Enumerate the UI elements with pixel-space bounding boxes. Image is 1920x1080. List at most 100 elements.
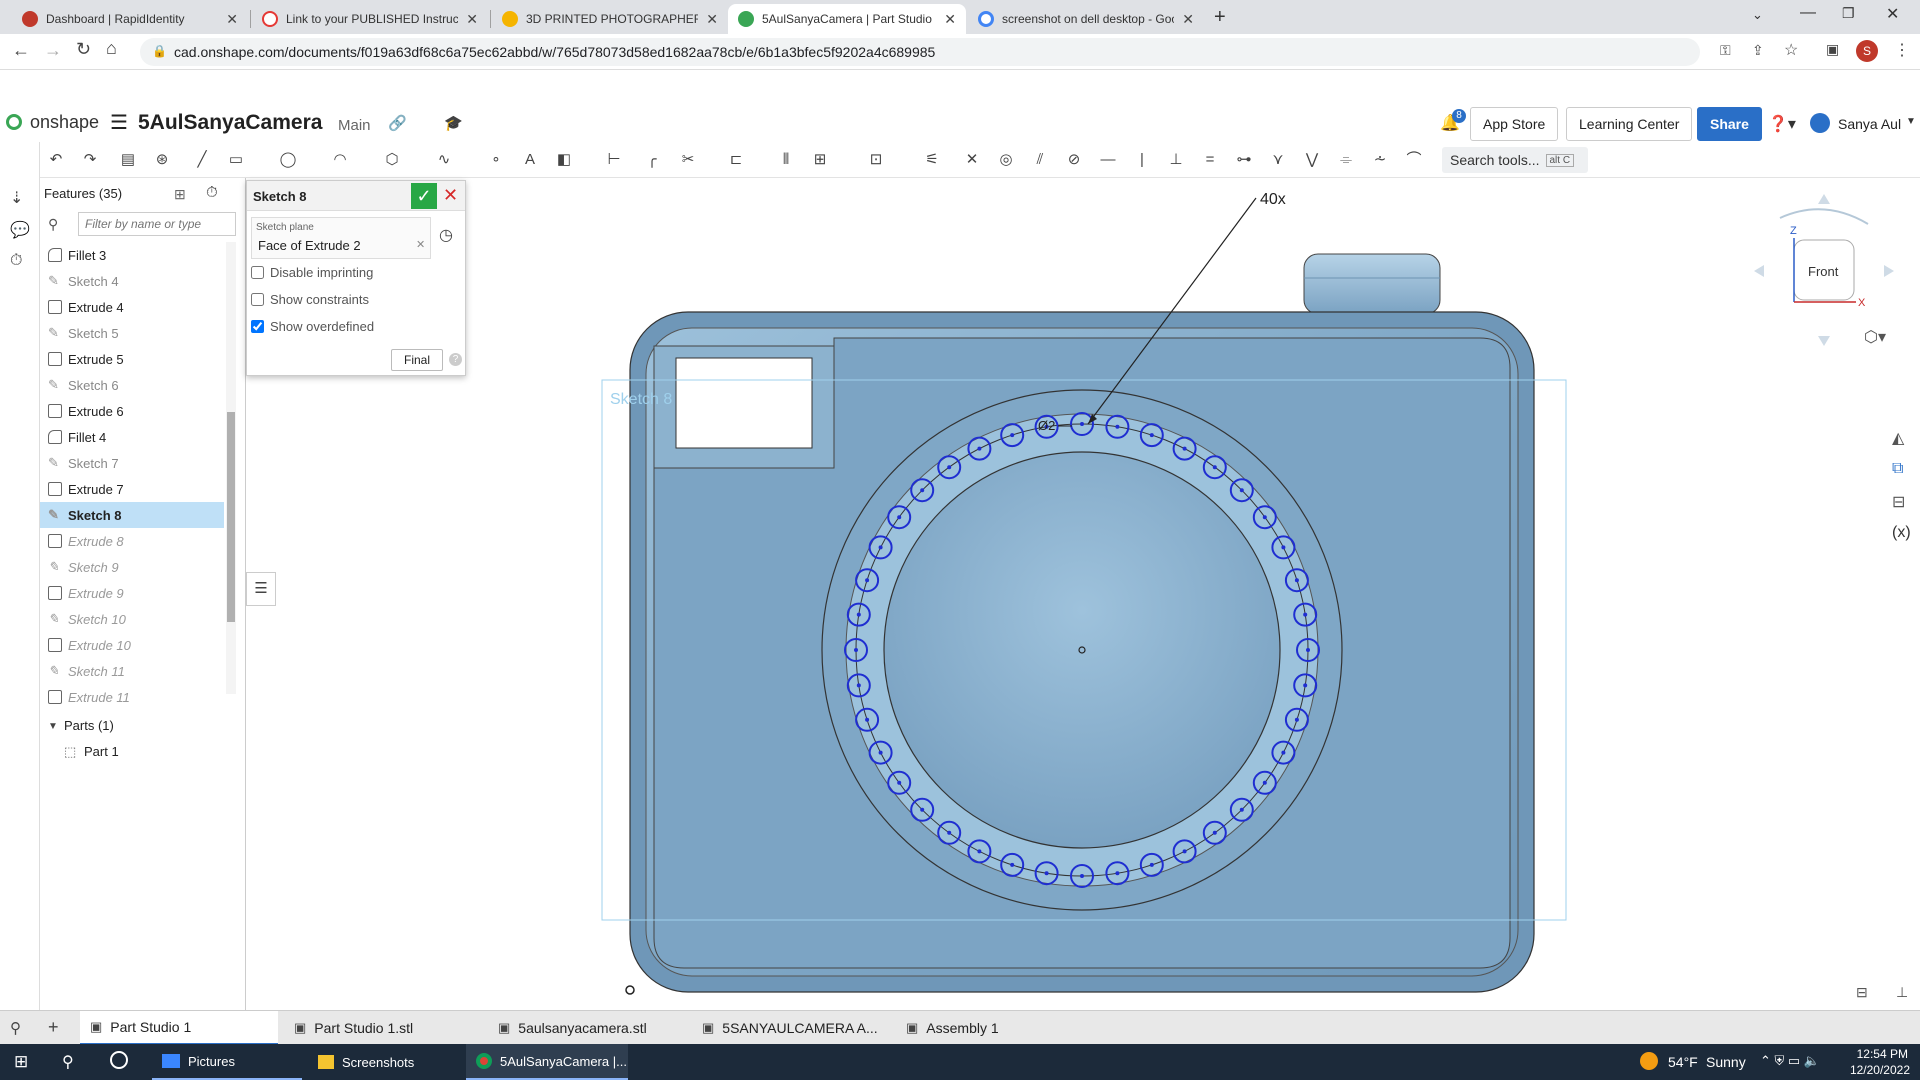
- sketch-option-checkbox[interactable]: [251, 293, 264, 306]
- user-menu-chevron-icon[interactable]: ▼: [1906, 116, 1916, 127]
- history-timer-icon[interactable]: ⏱: [10, 252, 22, 270]
- rectangle-tool-icon[interactable]: ▭: [226, 150, 246, 170]
- diameter-dimension-label[interactable]: Ø2: [1038, 418, 1055, 433]
- learning-center-button[interactable]: Learning Center: [1566, 107, 1693, 141]
- feature-item[interactable]: Fillet 3: [40, 242, 224, 268]
- redo-icon[interactable]: ↷: [80, 150, 100, 170]
- transform-icon[interactable]: ⊡: [866, 150, 886, 170]
- rollback-timer-icon[interactable]: ⏱: [206, 184, 218, 201]
- accept-check-icon[interactable]: ✓: [411, 183, 437, 209]
- feature-item[interactable]: Fillet 4: [40, 424, 224, 450]
- document-menu-icon[interactable]: ☰: [110, 110, 128, 135]
- feature-item[interactable]: ✎ Sketch 11: [40, 658, 224, 684]
- view-options-icon[interactable]: ⬡▾: [1864, 327, 1886, 346]
- custom-features-panel-icon[interactable]: (x): [1892, 524, 1911, 542]
- curvature-icon[interactable]: ⌒: [1404, 150, 1424, 170]
- onshape-logo-text[interactable]: onshape: [30, 112, 99, 133]
- help-icon[interactable]: ❓▾: [1768, 114, 1796, 134]
- link-icon[interactable]: 🔗: [388, 114, 407, 132]
- taskbar-app-screenshots[interactable]: Screenshots: [308, 1044, 458, 1080]
- feature-item[interactable]: ✎ Sketch 9: [40, 554, 224, 580]
- horizontal-icon[interactable]: —: [1098, 150, 1118, 170]
- share-page-icon[interactable]: ⇪: [1752, 42, 1764, 59]
- task-view-icon[interactable]: [110, 1051, 128, 1069]
- forward-icon[interactable]: →: [44, 40, 62, 61]
- construction-icon[interactable]: ◧: [554, 150, 574, 170]
- appearance-panel-icon[interactable]: ◭: [1892, 428, 1904, 448]
- close-tab-icon[interactable]: ✕: [466, 11, 478, 28]
- variables-panel-icon[interactable]: ⊟: [1892, 492, 1905, 512]
- feature-item[interactable]: Extrude 6: [40, 398, 224, 424]
- feature-item[interactable]: ✎ Sketch 10: [40, 606, 224, 632]
- close-tab-icon[interactable]: ✕: [706, 11, 718, 28]
- sketch-option-checkbox[interactable]: [251, 320, 264, 333]
- measure-icon[interactable]: ⊟: [1856, 984, 1868, 1001]
- user-avatar-icon[interactable]: [1810, 113, 1830, 133]
- share-button[interactable]: Share: [1697, 107, 1762, 141]
- clock-time[interactable]: 12:54 PM: [1852, 1047, 1908, 1061]
- coincident-icon[interactable]: ✕: [962, 150, 982, 170]
- feature-item[interactable]: ✎ Sketch 5: [40, 320, 224, 346]
- parts-expand-chevron-icon[interactable]: ▼: [48, 721, 58, 732]
- browser-tab-onshape[interactable]: 5AulSanyaCamera | Part Studio 1 ✕: [728, 4, 966, 34]
- point-tool-icon[interactable]: ∘: [486, 150, 506, 170]
- new-tab-button[interactable]: +: [1214, 6, 1226, 29]
- sketch-history-icon[interactable]: ◷: [439, 225, 453, 245]
- weather-condition[interactable]: Sunny: [1706, 1054, 1746, 1070]
- sketch-option[interactable]: Disable imprinting: [251, 265, 373, 280]
- feature-item[interactable]: Extrude 8: [40, 528, 224, 554]
- side-panel-icon[interactable]: ▣: [1826, 41, 1839, 58]
- configurations-panel-icon[interactable]: ⧉: [1892, 460, 1903, 478]
- clock-date[interactable]: 12/20/2022: [1842, 1063, 1910, 1077]
- app-store-button[interactable]: App Store: [1470, 107, 1559, 141]
- sketch-option[interactable]: Show constraints: [251, 292, 369, 307]
- user-name[interactable]: Sanya Aul: [1838, 116, 1901, 132]
- document-tab[interactable]: ▣ 5aulsanyacamera.stl: [488, 1011, 686, 1045]
- midpoint-icon[interactable]: ⊶: [1234, 150, 1254, 170]
- add-folder-icon[interactable]: ⊞: [174, 186, 186, 203]
- insert-icon[interactable]: ⇣: [10, 188, 23, 208]
- document-tab[interactable]: ▣ 5SANYAULCAMERA A...: [692, 1011, 890, 1045]
- home-icon[interactable]: ⌂: [106, 38, 117, 59]
- taskbar-search-icon[interactable]: ⚲: [62, 1052, 74, 1072]
- final-button[interactable]: Final: [391, 349, 443, 371]
- help-circle-icon[interactable]: ?: [449, 353, 462, 366]
- dimension-icon[interactable]: ⊢: [604, 150, 624, 170]
- clear-plane-icon[interactable]: ✕: [416, 238, 425, 251]
- browser-tab-google[interactable]: screenshot on dell desktop - Goo ✕: [968, 4, 1204, 34]
- minimize-window-icon[interactable]: —: [1800, 4, 1816, 22]
- close-window-icon[interactable]: ✕: [1886, 4, 1899, 24]
- feature-item[interactable]: Extrude 10: [40, 632, 224, 658]
- arc-tool-icon[interactable]: ◠: [330, 150, 350, 170]
- concentric-icon[interactable]: ◎: [996, 150, 1016, 170]
- system-tray-icons[interactable]: ⌃ ⛨ ▭ 🔈: [1760, 1053, 1820, 1069]
- comments-icon[interactable]: 💬: [10, 220, 30, 240]
- feature-item[interactable]: ✎ Sketch 6: [40, 372, 224, 398]
- browser-tab-instructables[interactable]: Link to your PUBLISHED Instructa ✕: [252, 4, 488, 34]
- line-tool-icon[interactable]: ╱: [192, 150, 212, 170]
- url-field[interactable]: 🔒 cad.onshape.com/documents/f019a63df68c…: [140, 38, 1700, 66]
- spline-tool-icon[interactable]: ∿: [434, 150, 454, 170]
- clipboard-icon[interactable]: ▤: [118, 150, 138, 170]
- fillet-tool-icon[interactable]: ╭: [642, 150, 662, 170]
- feature-item[interactable]: ✎ Sketch 7: [40, 450, 224, 476]
- normal-icon[interactable]: ⋎: [1268, 150, 1288, 170]
- sketch-plane-field[interactable]: Sketch plane Face of Extrude 2 ✕: [251, 217, 431, 259]
- tangent-icon[interactable]: ⊘: [1064, 150, 1084, 170]
- search-tools-button[interactable]: Search tools... alt C: [1442, 147, 1588, 173]
- feature-item[interactable]: ✎ Sketch 8: [40, 502, 224, 528]
- polygon-tool-icon[interactable]: ⬡: [382, 150, 402, 170]
- feature-scrollbar[interactable]: [226, 242, 236, 694]
- extend-tool-icon[interactable]: ⊏: [726, 150, 746, 170]
- reload-icon[interactable]: ↻: [76, 39, 91, 60]
- list-panel-toggle-icon[interactable]: ☰: [246, 572, 276, 606]
- text-tool-icon[interactable]: A: [520, 150, 540, 170]
- document-tab[interactable]: ▣ Part Studio 1.stl: [284, 1011, 482, 1045]
- use-icon[interactable]: ⊛: [152, 150, 172, 170]
- learning-cap-icon[interactable]: 🎓: [444, 114, 463, 132]
- feature-item[interactable]: Extrude 11: [40, 684, 224, 710]
- taskbar-app-pictures[interactable]: Pictures: [152, 1044, 302, 1080]
- browser-menu-icon[interactable]: ⋮: [1894, 40, 1910, 60]
- slot-tool-icon[interactable]: ⚟: [922, 150, 942, 170]
- browser-tab-photographer[interactable]: 3D PRINTED PHOTOGRAPHER TR ✕: [492, 4, 728, 34]
